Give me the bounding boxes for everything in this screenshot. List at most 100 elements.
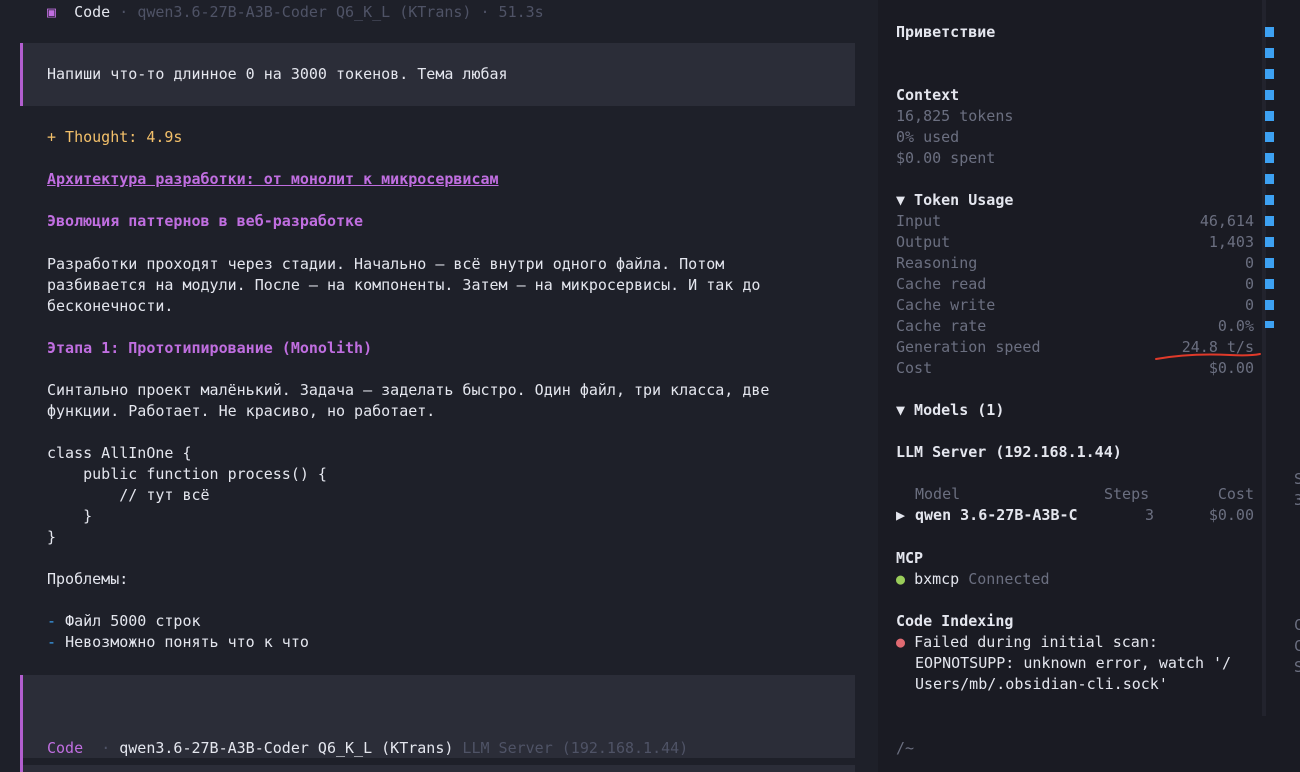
model-row-expand[interactable]: ▶: [896, 505, 905, 526]
paragraph-2-line-2: функции. Работает. Не красиво, но работа…: [47, 402, 436, 420]
scroll-marker: [1265, 69, 1274, 79]
context-spent: $0.00 spent: [896, 149, 996, 167]
usage-label: Generation speed: [896, 338, 1041, 356]
scroll-marker: [1265, 279, 1274, 289]
scroll-marker: [1265, 111, 1274, 121]
header-mode: Code: [74, 3, 111, 21]
heading-1: Архитектура разработки: от монолит к мик…: [47, 170, 499, 188]
paragraph-1-line-1: Разработки проходят через стадии. Началь…: [47, 255, 725, 273]
scroll-marker: [1265, 195, 1274, 205]
mcp-heading: MCP: [896, 549, 924, 567]
code-line-5: }: [47, 528, 57, 546]
prompt-input-bottom: [23, 765, 855, 772]
model-row-cost: $0.00: [1208, 506, 1254, 524]
scroll-marker: [1265, 132, 1274, 142]
code-indexing-line-3: Users/mb/.obsidian-cli.sock': [915, 675, 1168, 693]
heading-3: Этапа 1: Прототипирование (Monolith): [47, 339, 373, 357]
models-server: LLM Server (192.168.1.44): [896, 443, 1122, 461]
footer-mode[interactable]: Code: [47, 739, 83, 757]
scroll-marker: [1265, 237, 1274, 247]
code-line-1: class AllInOne {: [47, 444, 192, 462]
clipped-char: S: [1294, 658, 1300, 676]
context-heading: Context: [896, 86, 960, 104]
footer-separator: ·: [101, 739, 111, 757]
list-item: - Файл 5000 строк: [47, 611, 201, 632]
scroll-marker: [1265, 174, 1274, 184]
usage-label: Cost: [896, 359, 933, 377]
code-line-2: public function process() {: [47, 465, 327, 483]
user-message: Напиши что-то длинное 0 на 3000 токенов.…: [47, 65, 508, 83]
scroll-marker: [1265, 27, 1274, 37]
header-model: qwen3.6-27B-A3B-Coder Q6_K_L (KTrans): [137, 3, 472, 21]
token-usage-toggle[interactable]: ▼ Token Usage: [896, 190, 1013, 211]
scroll-marker: [1265, 258, 1274, 268]
mcp-server-name: bxmcp: [914, 570, 960, 588]
models-col-steps: Steps: [1104, 485, 1150, 503]
chat-pane: ▣ Code · qwen3.6-27B-A3B-Coder Q6_K_L (K…: [0, 0, 878, 772]
heading-2: Эволюция паттернов в веб-разработке: [47, 212, 364, 230]
list-item: - Невозможно понять что к что: [47, 632, 309, 653]
usage-value: 0: [1244, 296, 1254, 314]
paragraph-1-line-2: разбивается на модули. После — на компон…: [47, 276, 761, 294]
footer-server: LLM Server (192.168.1.44): [462, 739, 689, 757]
error-dot-icon: ●: [896, 633, 906, 651]
models-col-cost: Cost: [1217, 485, 1254, 503]
code-indexing-line-2: EOPNOTSUPP: unknown error, watch '/: [915, 654, 1232, 672]
session-header: ▣ Code · qwen3.6-27B-A3B-Coder Q6_K_L (K…: [47, 2, 544, 23]
model-row-name[interactable]: qwen 3.6-27B-A3B-C: [915, 505, 1078, 526]
usage-value: 1,403: [1208, 233, 1254, 251]
header-time: 51.3s: [498, 3, 544, 21]
mcp-server-status: Connected: [968, 570, 1050, 588]
paragraph-1-line-3: бесконечности.: [47, 297, 174, 315]
scroll-marker: [1265, 300, 1274, 310]
clipped-char: S: [1294, 470, 1300, 488]
clipped-char: C: [1294, 616, 1300, 634]
list-bullet: -: [47, 612, 57, 630]
paragraph-2-line-1: Синтально проект малёнький. Задача — зад…: [47, 381, 770, 399]
code-line-3: // тут всё: [47, 486, 210, 504]
usage-value: 0: [1244, 254, 1254, 272]
usage-value: 0.0%: [1217, 317, 1254, 335]
working-directory: /~: [896, 739, 915, 757]
list-item-text: Невозможно понять что к что: [65, 633, 309, 651]
thought-toggle[interactable]: + Thought: 4.9s: [47, 127, 182, 148]
scroll-marker: [1265, 216, 1274, 226]
scroll-marker: [1265, 48, 1274, 58]
list-bullet: -: [47, 633, 57, 651]
header-separator: ·: [119, 3, 129, 21]
usage-label: Cache write: [896, 296, 996, 314]
usage-label: Reasoning: [896, 254, 978, 272]
usage-value: 46,614: [1199, 212, 1254, 230]
footer-model[interactable]: qwen3.6-27B-A3B-Coder Q6_K_L (KTrans): [119, 739, 453, 757]
code-indexing-line-1: Failed during initial scan:: [914, 633, 1158, 651]
usage-label: Input: [896, 212, 942, 230]
model-row-steps: 3: [1145, 506, 1155, 524]
red-underline-annotation: [1155, 353, 1261, 360]
prompt-input-accent: [20, 675, 23, 772]
scroll-marker: [1265, 90, 1274, 100]
code-line-4: }: [47, 507, 93, 525]
list-item-text: Файл 5000 строк: [65, 612, 201, 630]
usage-label: Output: [896, 233, 951, 251]
problems-label: Проблемы:: [47, 570, 129, 588]
header-separator-2: ·: [480, 3, 490, 21]
models-col-model: Model: [915, 485, 961, 503]
scroll-marker: [1265, 153, 1274, 163]
status-dot-icon: ●: [896, 570, 906, 588]
square-icon: ▣: [47, 3, 57, 21]
context-used: 0% used: [896, 128, 960, 146]
usage-value: 0: [1244, 275, 1254, 293]
scroll-marker: [1265, 321, 1274, 328]
session-title: Приветствие: [896, 23, 996, 41]
clipped-char: C: [1294, 637, 1300, 655]
models-toggle[interactable]: ▼ Models (1): [896, 400, 1004, 421]
clipped-char: 3: [1294, 491, 1300, 509]
prompt-footer: Code · qwen3.6-27B-A3B-Coder Q6_K_L (KTr…: [47, 738, 688, 759]
mcp-server-item[interactable]: ● bxmcp Connected: [896, 569, 1050, 590]
user-message-accent: [20, 43, 23, 106]
context-tokens: 16,825 tokens: [896, 107, 1014, 125]
usage-label: Cache rate: [896, 317, 987, 335]
code-indexing-error: ● Failed during initial scan:: [896, 632, 1158, 653]
usage-label: Cache read: [896, 275, 987, 293]
code-indexing-heading: Code Indexing: [896, 612, 1014, 630]
